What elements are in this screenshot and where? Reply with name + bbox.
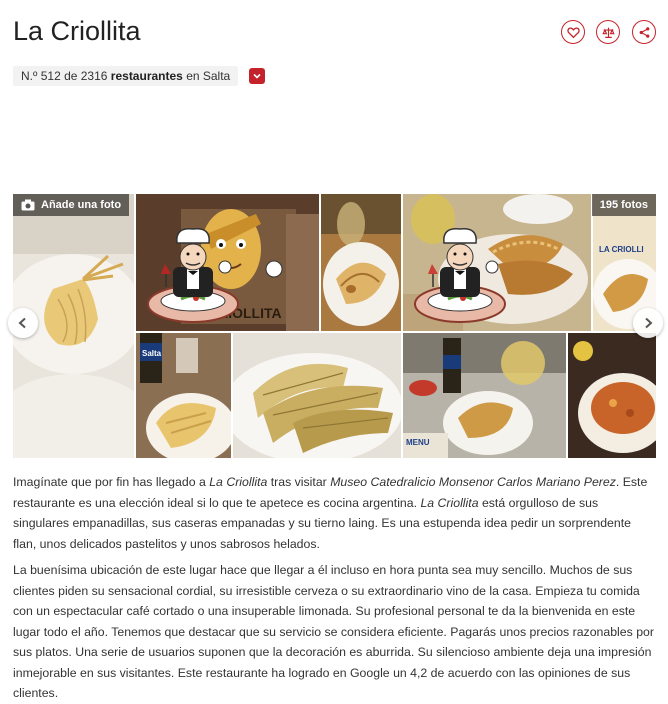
share-icon bbox=[639, 26, 649, 38]
gallery-prev-button[interactable] bbox=[8, 308, 38, 338]
page-title: La Criollita bbox=[13, 16, 141, 46]
museum-name: Museo Catedralicio Monsenor Carlos Maria… bbox=[330, 475, 616, 489]
beer-label-text: Salta bbox=[142, 349, 162, 358]
add-photo-label: Añade una foto bbox=[41, 199, 122, 211]
menu-header-text: LA CRIOLLI bbox=[599, 245, 644, 254]
scale-icon bbox=[601, 27, 615, 38]
photo-gallery[interactable]: CRIOLLITA LA CRIOLLI Salta MENU bbox=[13, 194, 656, 458]
gallery-photo-empanada-plate[interactable] bbox=[321, 194, 401, 331]
ranking-suffix: en Salta bbox=[186, 69, 231, 83]
gallery-next-button[interactable] bbox=[633, 308, 663, 338]
chevron-left-icon bbox=[18, 317, 26, 329]
favorite-button[interactable] bbox=[561, 20, 585, 44]
ranking-dropdown-button[interactable] bbox=[249, 68, 265, 84]
photo-count-button[interactable]: 195 fotos bbox=[591, 194, 656, 216]
ranking-badge[interactable]: N.º 512 de 2316 restaurantes en Salta bbox=[13, 66, 239, 86]
gallery-photo-food-plate[interactable] bbox=[568, 333, 656, 458]
heart-icon bbox=[566, 26, 580, 38]
chevron-right-icon bbox=[645, 317, 653, 329]
gallery-photo-beer-table[interactable]: MENU bbox=[403, 333, 566, 458]
share-button[interactable] bbox=[632, 20, 656, 44]
gallery-photo-tamales[interactable] bbox=[233, 333, 401, 458]
restaurant-name: La Criollita bbox=[420, 495, 479, 510]
ranking-prefix: N.º 512 de 2316 bbox=[21, 69, 108, 83]
camera-icon bbox=[21, 199, 35, 211]
gallery-photo-beer-bottle[interactable]: Salta bbox=[136, 333, 231, 458]
description-paragraph-1: Imagínate que por fin has llegado a La C… bbox=[13, 475, 648, 551]
ranking-category: restaurantes bbox=[110, 69, 183, 83]
menu-word-text: MENU bbox=[406, 438, 430, 447]
description-paragraph-2: La buenísima ubicación de este lugar hac… bbox=[13, 563, 654, 700]
add-photo-button[interactable]: Añade una foto bbox=[13, 194, 130, 216]
compare-button[interactable] bbox=[596, 20, 620, 44]
restaurant-name-link: La Criollita bbox=[209, 475, 268, 489]
chef-mascot-icon-2 bbox=[414, 228, 506, 323]
chevron-down-icon bbox=[253, 73, 261, 79]
chef-mascot-icon bbox=[147, 228, 239, 323]
